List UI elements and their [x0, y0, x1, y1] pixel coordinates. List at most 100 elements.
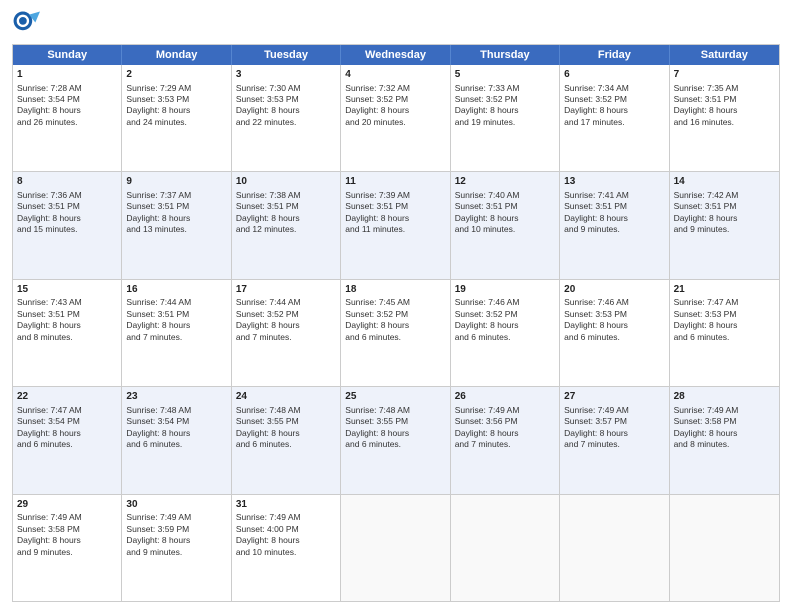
day-info-line: Sunset: 3:51 PM: [17, 201, 117, 212]
day-info-line: Daylight: 8 hours: [564, 320, 664, 331]
day-info-line: Sunset: 3:51 PM: [345, 201, 445, 212]
day-info-line: Daylight: 8 hours: [345, 320, 445, 331]
day-number: 3: [236, 68, 336, 82]
calendar-row-4: 22Sunrise: 7:47 AMSunset: 3:54 PMDayligh…: [13, 386, 779, 493]
day-cell-21: 21Sunrise: 7:47 AMSunset: 3:53 PMDayligh…: [670, 280, 779, 386]
day-info-line: Sunset: 3:58 PM: [17, 524, 117, 535]
day-info-line: Sunset: 3:51 PM: [564, 201, 664, 212]
day-info-line: Sunrise: 7:28 AM: [17, 83, 117, 94]
day-number: 9: [126, 175, 226, 189]
day-info-line: Sunset: 3:51 PM: [17, 309, 117, 320]
day-info-line: and 7 minutes.: [126, 332, 226, 343]
day-info-line: Sunset: 3:57 PM: [564, 416, 664, 427]
weekday-header-tuesday: Tuesday: [232, 45, 341, 65]
day-info-line: Sunrise: 7:42 AM: [674, 190, 775, 201]
day-number: 16: [126, 283, 226, 297]
day-cell-30: 30Sunrise: 7:49 AMSunset: 3:59 PMDayligh…: [122, 495, 231, 601]
day-info-line: Sunset: 3:51 PM: [455, 201, 555, 212]
day-info-line: Daylight: 8 hours: [564, 428, 664, 439]
day-info-line: and 8 minutes.: [17, 332, 117, 343]
day-info-line: Daylight: 8 hours: [345, 213, 445, 224]
day-info-line: Sunset: 3:51 PM: [674, 94, 775, 105]
day-info-line: Sunset: 3:53 PM: [564, 309, 664, 320]
day-info-line: and 6 minutes.: [345, 332, 445, 343]
day-info-line: Sunset: 3:54 PM: [17, 416, 117, 427]
day-info-line: Daylight: 8 hours: [17, 428, 117, 439]
day-cell-31: 31Sunrise: 7:49 AMSunset: 4:00 PMDayligh…: [232, 495, 341, 601]
calendar-body: 1Sunrise: 7:28 AMSunset: 3:54 PMDaylight…: [13, 65, 779, 601]
day-info-line: Sunset: 3:51 PM: [126, 309, 226, 320]
day-cell-16: 16Sunrise: 7:44 AMSunset: 3:51 PMDayligh…: [122, 280, 231, 386]
calendar-header-row: SundayMondayTuesdayWednesdayThursdayFrid…: [13, 45, 779, 65]
day-info-line: Sunrise: 7:47 AM: [17, 405, 117, 416]
day-info-line: Daylight: 8 hours: [236, 428, 336, 439]
day-info-line: Sunrise: 7:48 AM: [345, 405, 445, 416]
weekday-header-wednesday: Wednesday: [341, 45, 450, 65]
day-info-line: and 20 minutes.: [345, 117, 445, 128]
day-info-line: and 26 minutes.: [17, 117, 117, 128]
day-info-line: Daylight: 8 hours: [17, 320, 117, 331]
day-number: 10: [236, 175, 336, 189]
day-info-line: Sunrise: 7:49 AM: [674, 405, 775, 416]
header: [12, 10, 780, 38]
empty-cell: [341, 495, 450, 601]
weekday-header-saturday: Saturday: [670, 45, 779, 65]
day-number: 27: [564, 390, 664, 404]
day-info-line: Sunrise: 7:46 AM: [564, 297, 664, 308]
day-info-line: Sunset: 3:51 PM: [126, 201, 226, 212]
day-info-line: Daylight: 8 hours: [126, 535, 226, 546]
day-number: 6: [564, 68, 664, 82]
day-cell-2: 2Sunrise: 7:29 AMSunset: 3:53 PMDaylight…: [122, 65, 231, 171]
day-info-line: and 6 minutes.: [17, 439, 117, 450]
day-cell-5: 5Sunrise: 7:33 AMSunset: 3:52 PMDaylight…: [451, 65, 560, 171]
day-info-line: Daylight: 8 hours: [236, 105, 336, 116]
calendar-row-3: 15Sunrise: 7:43 AMSunset: 3:51 PMDayligh…: [13, 279, 779, 386]
day-info-line: Daylight: 8 hours: [674, 213, 775, 224]
day-info-line: Sunrise: 7:33 AM: [455, 83, 555, 94]
day-cell-26: 26Sunrise: 7:49 AMSunset: 3:56 PMDayligh…: [451, 387, 560, 493]
day-info-line: and 8 minutes.: [674, 439, 775, 450]
day-info-line: Sunset: 3:53 PM: [236, 94, 336, 105]
day-info-line: Daylight: 8 hours: [126, 320, 226, 331]
day-info-line: Sunrise: 7:44 AM: [236, 297, 336, 308]
day-info-line: Sunrise: 7:38 AM: [236, 190, 336, 201]
day-info-line: and 6 minutes.: [236, 439, 336, 450]
logo-icon: [12, 10, 40, 38]
day-cell-29: 29Sunrise: 7:49 AMSunset: 3:58 PMDayligh…: [13, 495, 122, 601]
day-info-line: Sunrise: 7:36 AM: [17, 190, 117, 201]
day-info-line: Sunset: 3:55 PM: [236, 416, 336, 427]
weekday-header-friday: Friday: [560, 45, 669, 65]
day-info-line: Sunrise: 7:29 AM: [126, 83, 226, 94]
day-info-line: Daylight: 8 hours: [455, 428, 555, 439]
day-info-line: Daylight: 8 hours: [564, 213, 664, 224]
day-info-line: and 6 minutes.: [564, 332, 664, 343]
day-info-line: Daylight: 8 hours: [17, 535, 117, 546]
calendar-row-1: 1Sunrise: 7:28 AMSunset: 3:54 PMDaylight…: [13, 65, 779, 171]
day-info-line: Sunset: 3:52 PM: [455, 94, 555, 105]
day-number: 22: [17, 390, 117, 404]
day-cell-14: 14Sunrise: 7:42 AMSunset: 3:51 PMDayligh…: [670, 172, 779, 278]
day-number: 24: [236, 390, 336, 404]
day-info-line: Sunrise: 7:45 AM: [345, 297, 445, 308]
day-number: 25: [345, 390, 445, 404]
day-info-line: Sunrise: 7:49 AM: [564, 405, 664, 416]
day-info-line: Daylight: 8 hours: [674, 428, 775, 439]
day-cell-22: 22Sunrise: 7:47 AMSunset: 3:54 PMDayligh…: [13, 387, 122, 493]
day-info-line: and 9 minutes.: [564, 224, 664, 235]
day-info-line: and 11 minutes.: [345, 224, 445, 235]
day-info-line: Sunrise: 7:48 AM: [236, 405, 336, 416]
day-cell-9: 9Sunrise: 7:37 AMSunset: 3:51 PMDaylight…: [122, 172, 231, 278]
day-info-line: Daylight: 8 hours: [455, 213, 555, 224]
day-info-line: Sunset: 3:58 PM: [674, 416, 775, 427]
day-info-line: and 9 minutes.: [17, 547, 117, 558]
day-number: 17: [236, 283, 336, 297]
day-info-line: Sunset: 3:52 PM: [564, 94, 664, 105]
weekday-header-sunday: Sunday: [13, 45, 122, 65]
calendar-row-2: 8Sunrise: 7:36 AMSunset: 3:51 PMDaylight…: [13, 171, 779, 278]
day-info-line: Sunset: 4:00 PM: [236, 524, 336, 535]
day-info-line: Sunrise: 7:49 AM: [17, 512, 117, 523]
day-info-line: Daylight: 8 hours: [126, 428, 226, 439]
day-info-line: Sunrise: 7:44 AM: [126, 297, 226, 308]
day-cell-28: 28Sunrise: 7:49 AMSunset: 3:58 PMDayligh…: [670, 387, 779, 493]
day-info-line: Sunrise: 7:41 AM: [564, 190, 664, 201]
